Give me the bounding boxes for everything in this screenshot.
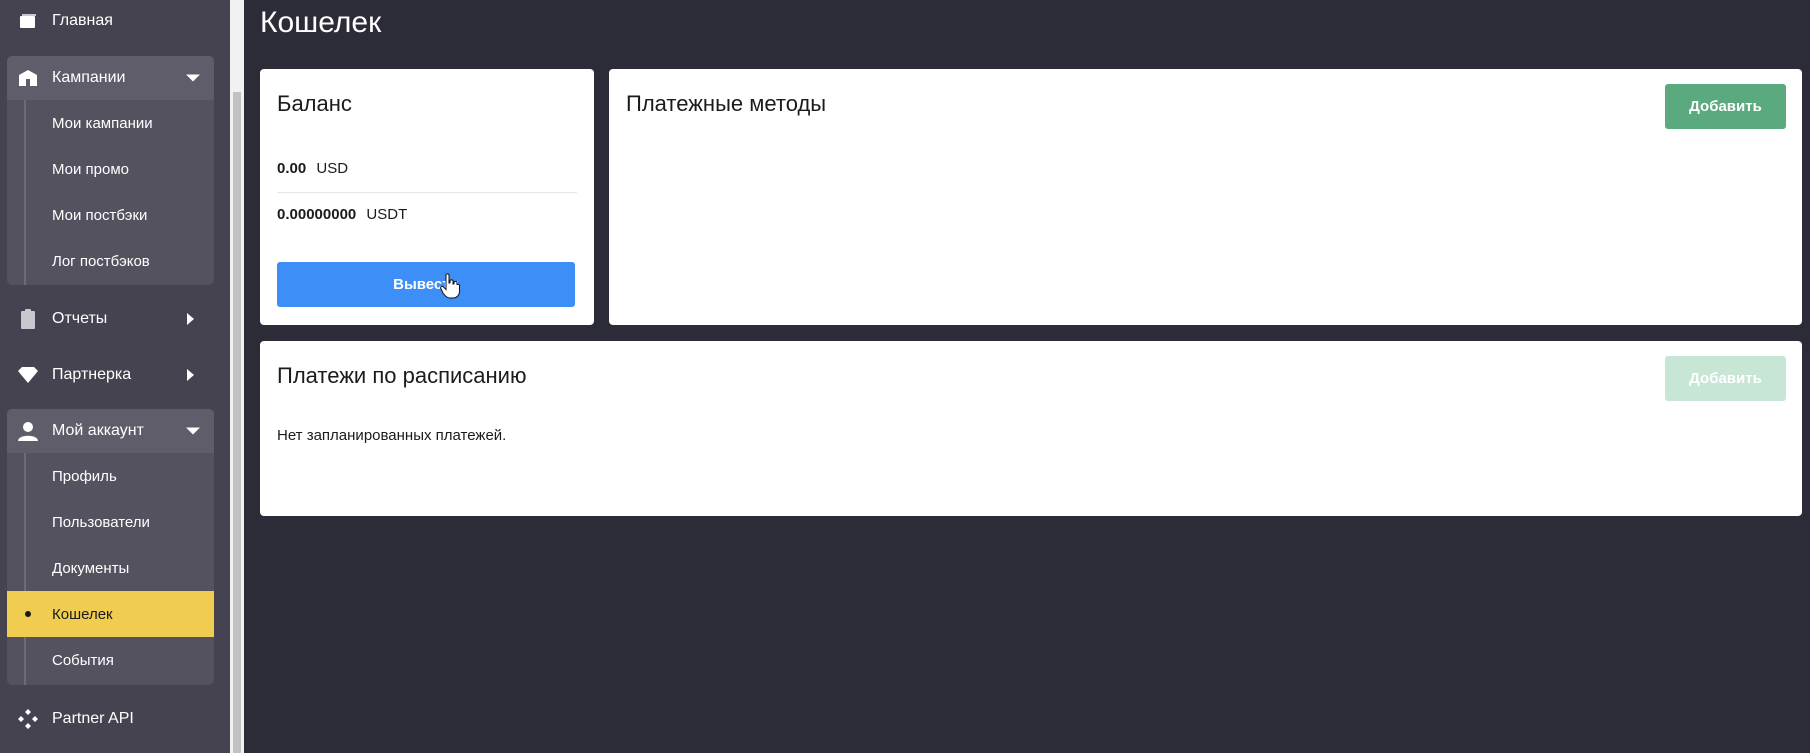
sidebar-item-label: Профиль <box>52 467 117 485</box>
balance-amount: 0.00 <box>277 160 307 177</box>
chevron-down-icon <box>186 427 200 435</box>
payment-methods-card: Платежные методы Добавить <box>609 69 1802 325</box>
balance-title: Баланс <box>277 91 352 116</box>
sidebar: Главная Кампании Мои кампании Мои промо … <box>0 0 230 753</box>
sidebar-item-label: Партнерка <box>52 366 132 383</box>
sidebar-item-users[interactable]: Пользователи <box>7 499 214 545</box>
divider <box>277 192 577 193</box>
sidebar-item-home[interactable]: Главная <box>7 0 214 43</box>
hand-cursor-icon <box>440 273 460 299</box>
add-scheduled-payment-button[interactable]: Добавить <box>1665 356 1786 401</box>
balance-row-usd: 0.00 USD <box>277 160 577 177</box>
balance-amount: 0.00000000 <box>277 206 357 223</box>
sidebar-item-documents[interactable]: Документы <box>7 545 214 591</box>
payment-methods-title: Платежные методы <box>626 91 827 116</box>
scheduled-payments-card: Платежи по расписанию Добавить Нет запла… <box>260 341 1802 516</box>
sidebar-scrollbar-thumb[interactable] <box>233 92 241 753</box>
chevron-down-icon <box>186 74 200 82</box>
diamond-icon <box>17 364 39 386</box>
sidebar-item-my-promo[interactable]: Мои промо <box>7 146 214 192</box>
sidebar-item-profile[interactable]: Профиль <box>7 453 214 499</box>
sidebar-item-label: Кампании <box>52 69 126 86</box>
sidebar-item-label: Мои кампании <box>52 114 153 132</box>
sidebar-item-events[interactable]: События <box>7 637 214 683</box>
active-dot-icon <box>25 611 31 617</box>
sidebar-item-label: Пользователи <box>52 513 150 531</box>
sidebar-item-my-postbacks[interactable]: Мои постбэки <box>7 192 214 238</box>
home-icon <box>17 10 39 32</box>
balance-currency: USDT <box>366 206 408 223</box>
sidebar-item-wallet[interactable]: Кошелек <box>7 591 214 637</box>
clipboard-icon <box>17 308 39 330</box>
building-icon <box>17 67 39 89</box>
withdraw-button[interactable]: Вывести <box>277 262 575 307</box>
sidebar-item-label: Главная <box>52 12 113 29</box>
chevron-right-icon <box>187 369 194 381</box>
sidebar-item-account[interactable]: Мой аккаунт <box>7 409 214 453</box>
empty-state-text: Нет запланированных платежей. <box>277 427 507 444</box>
sidebar-item-label: Лог постбэков <box>52 252 150 270</box>
sidebar-group-campaigns: Кампании Мои кампании Мои промо Мои пост… <box>7 56 214 285</box>
sidebar-item-label: События <box>52 651 114 669</box>
sidebar-item-postback-log[interactable]: Лог постбэков <box>7 238 214 284</box>
user-icon <box>17 420 39 442</box>
api-icon <box>17 708 39 730</box>
sidebar-item-label: Кошелек <box>52 605 113 623</box>
sidebar-item-my-campaigns[interactable]: Мои кампании <box>7 100 214 146</box>
chevron-right-icon <box>187 313 194 325</box>
sidebar-item-campaigns[interactable]: Кампании <box>7 56 214 100</box>
balance-currency: USD <box>316 160 349 177</box>
balance-row-usdt: 0.00000000 USDT <box>277 206 577 223</box>
sidebar-item-label: Мой аккаунт <box>52 422 144 439</box>
page-title: Кошелек <box>260 6 382 39</box>
sidebar-item-label: Документы <box>52 559 130 577</box>
sidebar-item-partner-api[interactable]: Partner API <box>7 697 214 741</box>
add-payment-method-button[interactable]: Добавить <box>1665 84 1786 129</box>
sidebar-item-label: Отчеты <box>52 310 108 327</box>
sidebar-item-label: Partner API <box>52 710 134 727</box>
sidebar-item-label: Мои промо <box>52 160 130 178</box>
scheduled-payments-title: Платежи по расписанию <box>277 363 527 388</box>
sidebar-item-reports[interactable]: Отчеты <box>7 297 214 341</box>
sidebar-item-label: Мои постбэки <box>52 206 148 224</box>
balance-card: Баланс 0.00 USD 0.00000000 USDT Вывести <box>260 69 594 325</box>
sidebar-item-partner[interactable]: Партнерка <box>7 353 214 397</box>
sidebar-group-account: Мой аккаунт Профиль Пользователи Докумен… <box>7 409 214 685</box>
